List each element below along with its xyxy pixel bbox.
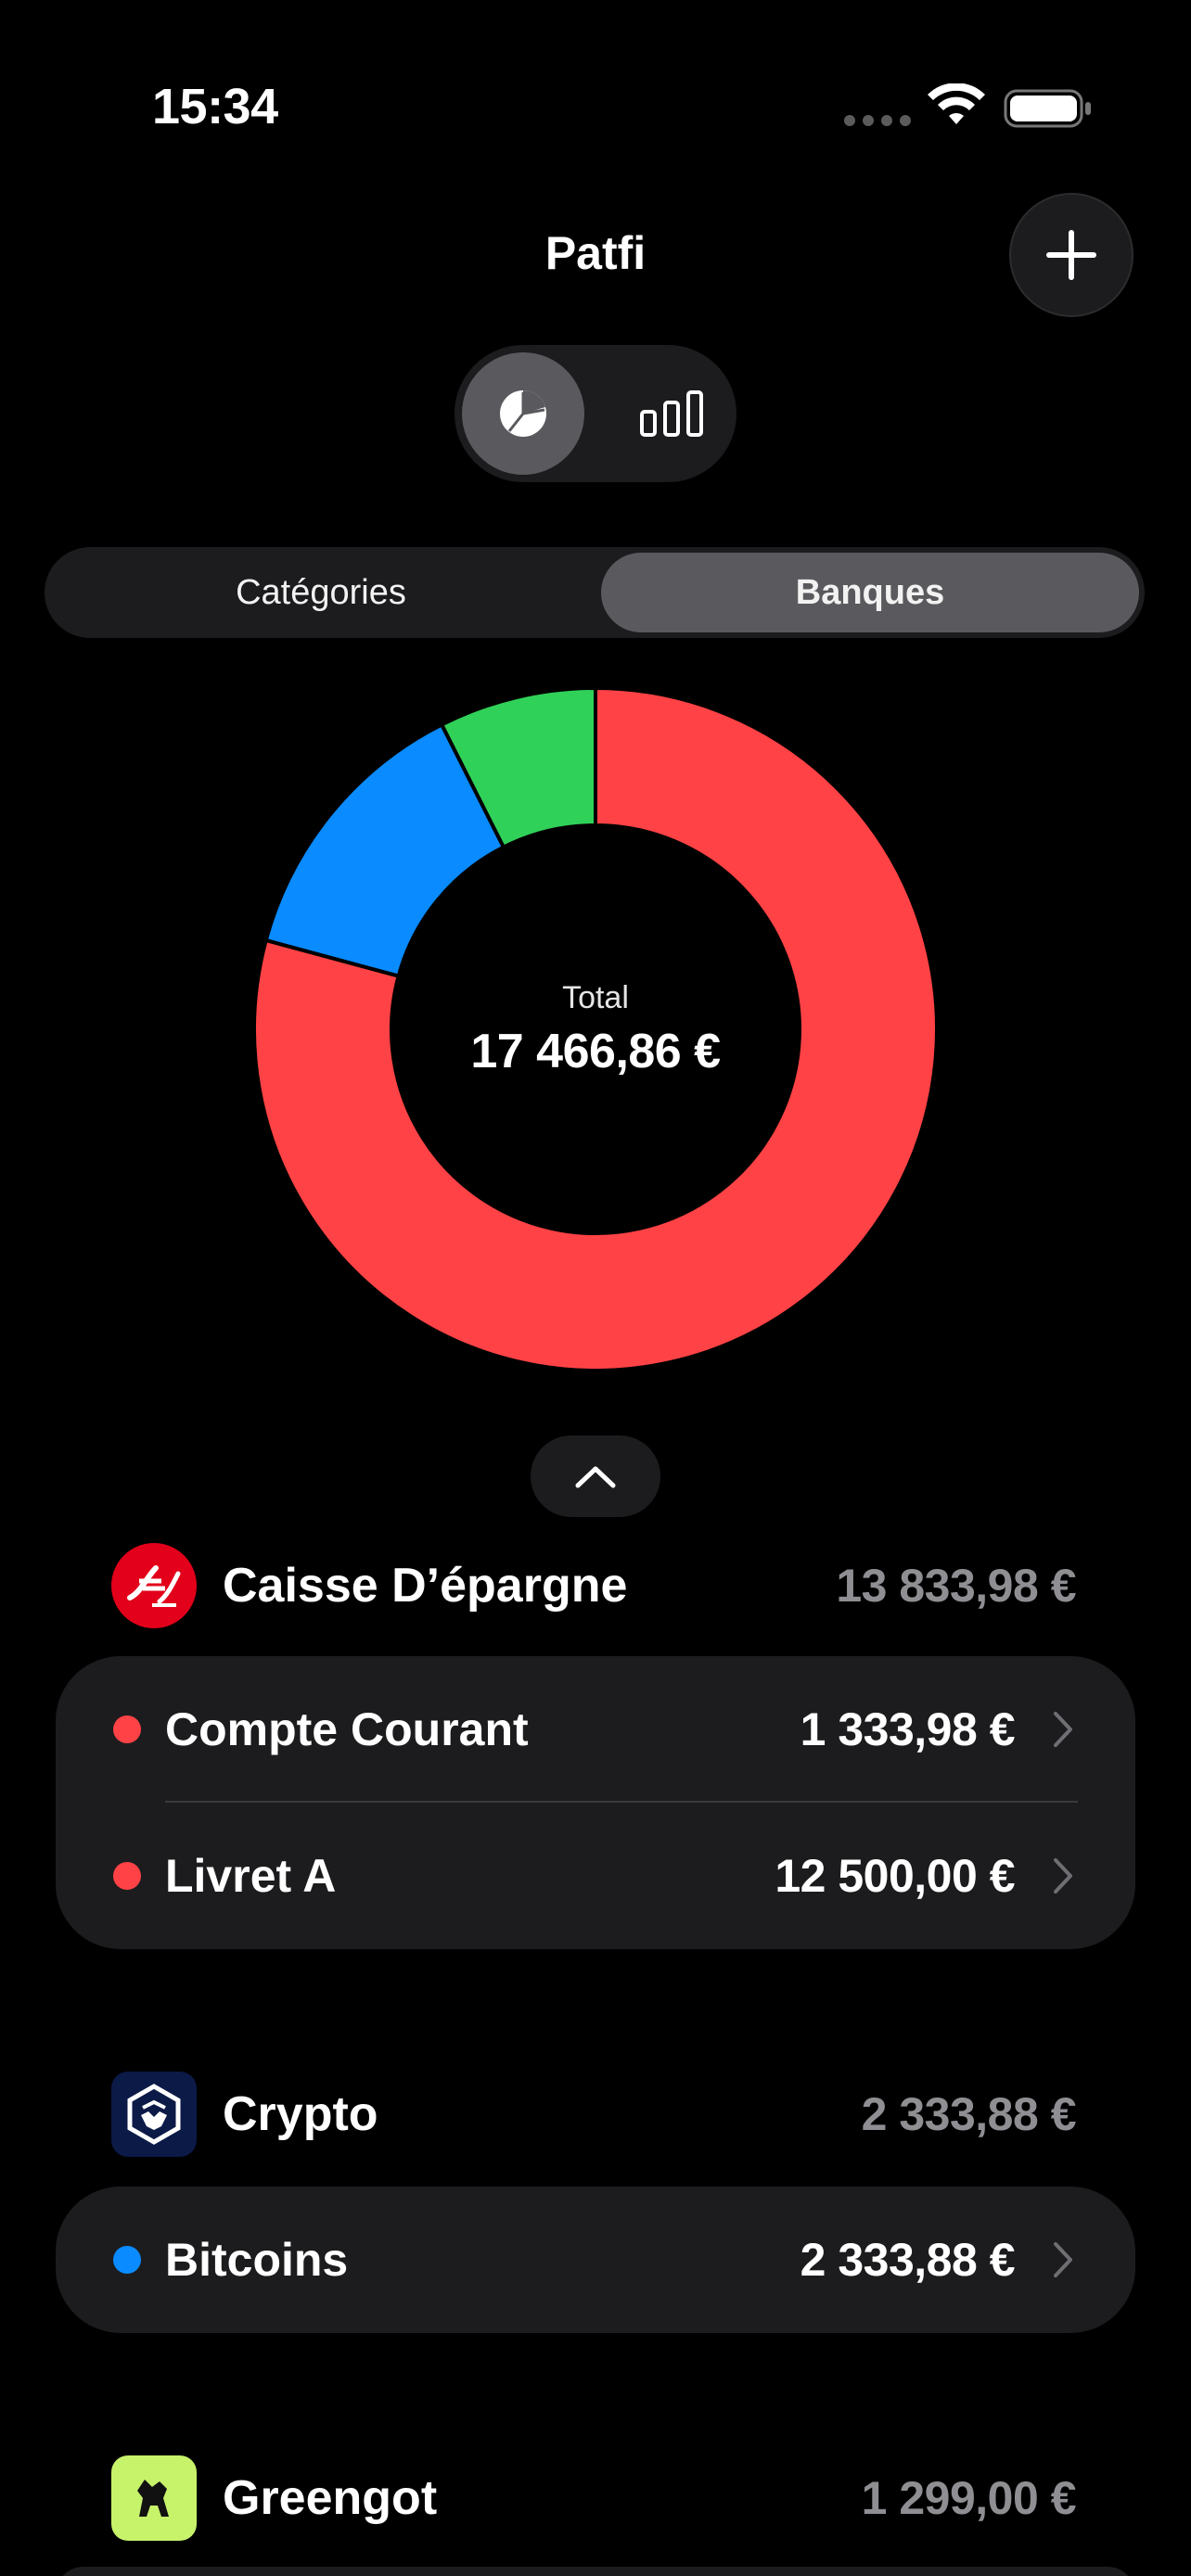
bank-total: 13 833,98 €: [836, 1560, 1076, 1612]
donut-center: Total 17 466,86 €: [252, 686, 939, 1372]
accounts-card-greengot: [56, 2567, 1135, 2576]
bank-name: Crypto: [223, 2087, 378, 2141]
segment-banques[interactable]: Banques: [601, 553, 1139, 632]
wifi-icon: [928, 83, 985, 124]
view-toggle: [455, 345, 736, 482]
bank-total: 2 333,88 €: [861, 2088, 1077, 2140]
chevron-right-icon: [1054, 1858, 1072, 1894]
pie-chart-icon: [500, 390, 546, 437]
greengot-logo-icon: [111, 2455, 197, 2541]
account-row-compte-courant[interactable]: Compte Courant 1 333,98 €: [56, 1656, 1135, 1803]
account-value: 2 333,88 €: [800, 2234, 1016, 2286]
account-color-dot: [113, 1715, 141, 1743]
chevron-right-icon: [1054, 2242, 1072, 2277]
bank-header-crypto[interactable]: Crypto 2 333,88 €: [111, 2072, 1077, 2157]
donut-total-value: 17 466,86 €: [470, 1024, 721, 1078]
account-row-livret-a[interactable]: Livret A 12 500,00 €: [56, 1803, 1135, 1949]
caisse-epargne-logo-icon: [111, 1543, 197, 1628]
crypto-com-logo-icon: [111, 2072, 197, 2157]
account-label: Compte Courant: [165, 1703, 529, 1755]
bank-total: 1 299,00 €: [861, 2472, 1077, 2524]
account-color-dot: [113, 1862, 141, 1890]
accounts-card-caisse-epargne: Compte Courant 1 333,98 € Livret A 12 50…: [56, 1656, 1135, 1949]
bank-header-greengot[interactable]: Greengot 1 299,00 €: [111, 2455, 1077, 2541]
bar-view-button[interactable]: [610, 352, 733, 475]
plus-icon: [1046, 230, 1096, 280]
accounts-card-crypto: Bitcoins 2 333,88 €: [56, 2187, 1135, 2333]
account-value: 12 500,00 €: [775, 1850, 1015, 1902]
segmented-control: Catégories Banques: [45, 547, 1145, 638]
donut-total-label: Total: [562, 979, 629, 1015]
chevron-up-icon: [575, 1466, 616, 1488]
account-label: Livret A: [165, 1850, 337, 1902]
app-screen: 15:34 Patfi Catégories Banques Total 17 …: [0, 0, 1191, 2576]
collapse-button[interactable]: [531, 1435, 660, 1517]
signal-dots-icon: [844, 115, 911, 126]
battery-icon: [1004, 89, 1091, 128]
account-value: 1 333,98 €: [800, 1703, 1016, 1755]
bank-header-caisse-epargne[interactable]: Caisse D’épargne 13 833,98 €: [111, 1543, 1076, 1628]
status-time: 15:34: [152, 79, 278, 134]
pie-view-button[interactable]: [462, 352, 584, 475]
bank-name: Caisse D’épargne: [223, 1559, 628, 1613]
chevron-right-icon: [1054, 1712, 1072, 1747]
account-color-dot: [113, 2246, 141, 2274]
segment-categories[interactable]: Catégories: [52, 553, 590, 632]
bar-chart-icon: [640, 390, 703, 437]
add-button[interactable]: [1009, 193, 1133, 317]
account-row-bitcoins[interactable]: Bitcoins 2 333,88 €: [56, 2187, 1135, 2333]
account-label: Bitcoins: [165, 2234, 349, 2286]
bank-name: Greengot: [223, 2471, 438, 2525]
